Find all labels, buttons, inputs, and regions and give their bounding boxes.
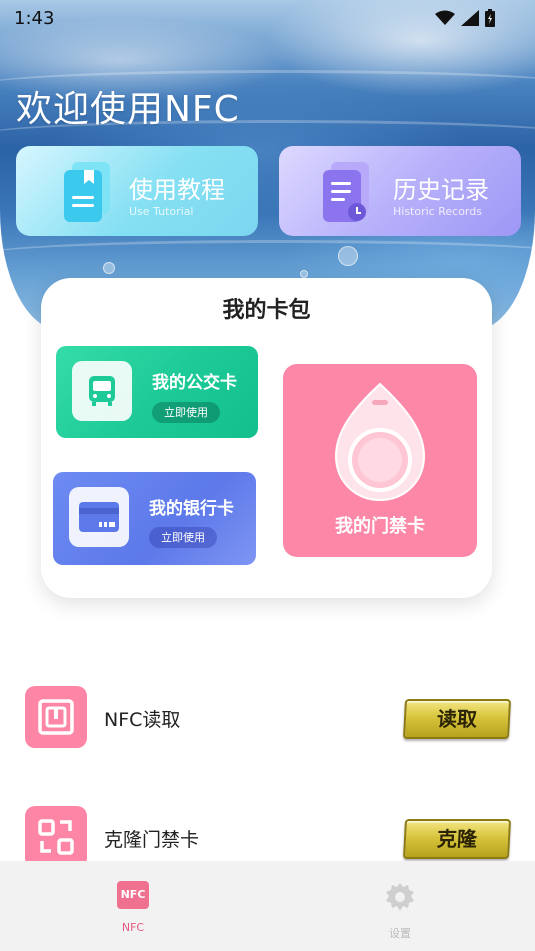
tab-nfc[interactable]: NFC NFC xyxy=(103,881,163,941)
tutorial-book-icon xyxy=(64,162,110,222)
bubble-decoration xyxy=(338,246,358,266)
bus-icon-box xyxy=(72,361,132,421)
history-document-icon xyxy=(323,162,369,222)
bus-icon xyxy=(89,376,115,406)
nfc-read-label: NFC读取 xyxy=(104,709,181,731)
welcome-title: 欢迎使用NFC xyxy=(16,89,240,130)
read-button[interactable]: 读取 xyxy=(402,699,512,739)
signal-icon xyxy=(461,10,479,26)
nfc-tab-icon: NFC xyxy=(117,881,149,909)
battery-icon xyxy=(485,9,495,27)
bus-card[interactable]: 我的公交卡 立即使用 xyxy=(56,346,258,438)
history-subtitle: Historic Records xyxy=(393,205,482,218)
history-title: 历史记录 xyxy=(393,176,489,204)
status-time: 1:43 xyxy=(14,8,55,29)
history-card[interactable]: 历史记录 Historic Records xyxy=(279,146,521,236)
wifi-icon xyxy=(435,10,455,25)
wallet-title: 我的卡包 xyxy=(222,298,311,323)
bottom-navigation: NFC NFC 设置 xyxy=(0,861,535,951)
tutorial-title: 使用教程 xyxy=(129,176,225,204)
bank-card-label: 我的银行卡 xyxy=(149,499,234,519)
access-card[interactable]: 我的门禁卡 xyxy=(283,364,477,557)
nfc-read-icon-box xyxy=(25,686,87,748)
bank-icon-box xyxy=(69,487,129,547)
bubble-decoration xyxy=(103,262,115,274)
status-bar: 1:43 xyxy=(0,0,535,38)
status-icons xyxy=(435,9,495,27)
wave-decoration xyxy=(0,240,535,270)
nfc-chip-icon xyxy=(38,699,74,735)
access-fob-icon xyxy=(334,382,426,502)
bus-card-label: 我的公交卡 xyxy=(152,373,237,393)
clone-icon-box xyxy=(25,806,87,868)
clone-icon xyxy=(38,819,74,855)
tab-settings[interactable]: 设置 xyxy=(370,881,430,941)
card-wallet: 我的卡包 我的公交卡 立即使用 我的银行卡 立即使用 我的门禁卡 xyxy=(41,278,492,598)
access-card-label: 我的门禁卡 xyxy=(335,516,425,537)
clone-button[interactable]: 克隆 xyxy=(402,819,512,859)
bubble-decoration xyxy=(300,270,308,278)
tab-settings-label: 设置 xyxy=(389,927,411,940)
gear-icon xyxy=(386,883,414,911)
tutorial-card[interactable]: 使用教程 Use Tutorial xyxy=(16,146,258,236)
bus-card-use-button[interactable]: 立即使用 xyxy=(152,402,220,423)
clone-card-row: 克隆门禁卡 克隆 xyxy=(25,806,512,868)
bank-card[interactable]: 我的银行卡 立即使用 xyxy=(53,472,256,565)
tutorial-subtitle: Use Tutorial xyxy=(129,205,194,218)
bank-card-use-button[interactable]: 立即使用 xyxy=(149,527,217,548)
tab-nfc-label: NFC xyxy=(121,921,145,934)
clone-card-label: 克隆门禁卡 xyxy=(104,829,200,851)
bank-card-icon xyxy=(79,502,119,532)
nfc-read-row: NFC读取 读取 xyxy=(25,686,512,748)
